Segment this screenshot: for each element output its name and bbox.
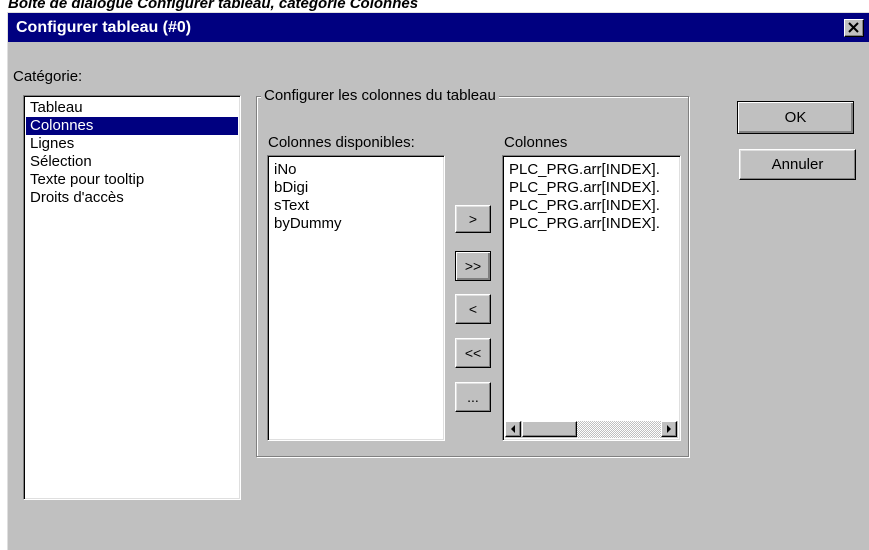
category-item-lignes[interactable]: Lignes (26, 135, 238, 153)
available-item-ino[interactable]: iNo (270, 161, 442, 179)
add-column-button[interactable]: > (455, 205, 491, 233)
close-button[interactable] (844, 19, 864, 37)
cancel-button[interactable]: Annuler (739, 149, 856, 180)
close-icon (848, 22, 859, 33)
remove-all-columns-button[interactable]: << (455, 338, 491, 368)
category-list[interactable]: Tableau Colonnes Lignes Sélection Texte … (23, 95, 241, 500)
add-all-columns-button[interactable]: >> (455, 251, 491, 281)
column-item[interactable]: PLC_PRG.arr[INDEX]. (505, 161, 678, 179)
columns-horizontal-scrollbar[interactable] (505, 421, 678, 438)
ok-button[interactable]: OK (737, 101, 854, 134)
column-item[interactable]: PLC_PRG.arr[INDEX]. (505, 197, 678, 215)
remove-column-button[interactable]: < (455, 294, 491, 324)
title-bar[interactable]: Configurer tableau (#0) (8, 13, 869, 42)
more-options-button[interactable]: ... (455, 382, 491, 412)
available-item-stext[interactable]: sText (270, 197, 442, 215)
scroll-right-arrow-icon (667, 425, 671, 433)
dialog-title: Configurer tableau (#0) (16, 19, 192, 36)
category-item-access-rights[interactable]: Droits d'accès (26, 189, 238, 207)
category-item-tooltip-text[interactable]: Texte pour tooltip (26, 171, 238, 189)
scroll-left-arrow-icon (511, 425, 515, 433)
category-item-selection[interactable]: Sélection (26, 153, 238, 171)
column-item[interactable]: PLC_PRG.arr[INDEX]. (505, 215, 678, 233)
available-columns-label: Colonnes disponibles: (268, 134, 415, 151)
scroll-left-button[interactable] (505, 421, 521, 437)
configure-table-dialog: Configurer tableau (#0) Catégorie: Table… (7, 12, 869, 550)
columns-label: Colonnes (504, 134, 568, 151)
category-item-colonnes[interactable]: Colonnes (26, 117, 238, 135)
scroll-right-button[interactable] (661, 421, 677, 437)
available-item-bydummy[interactable]: byDummy (270, 215, 442, 233)
column-item[interactable]: PLC_PRG.arr[INDEX]. (505, 179, 678, 197)
columns-group-title: Configurer les colonnes du tableau (261, 87, 499, 105)
columns-list[interactable]: PLC_PRG.arr[INDEX]. PLC_PRG.arr[INDEX]. … (502, 155, 681, 441)
category-item-tableau[interactable]: Tableau (26, 99, 238, 117)
scroll-track[interactable] (577, 421, 661, 438)
available-item-bdigi[interactable]: bDigi (270, 179, 442, 197)
available-columns-list[interactable]: iNo bDigi sText byDummy (267, 155, 445, 441)
category-label: Catégorie: (13, 68, 83, 85)
scroll-thumb[interactable] (522, 421, 577, 437)
